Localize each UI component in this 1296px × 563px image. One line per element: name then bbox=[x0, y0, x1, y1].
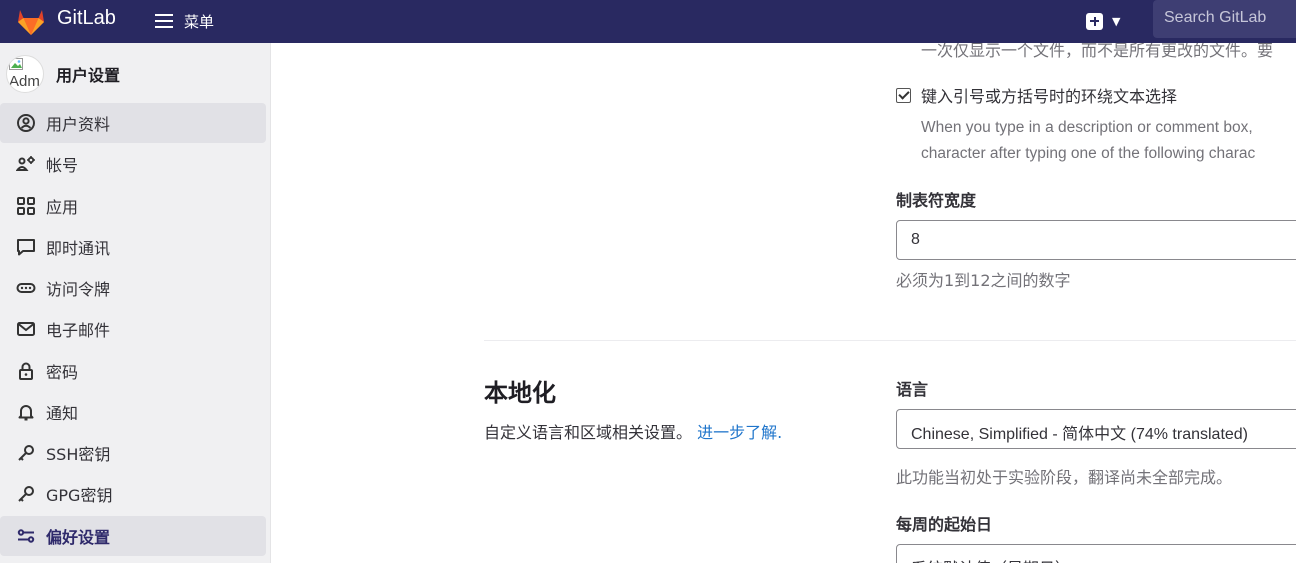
menu-label: 菜单 bbox=[184, 12, 215, 31]
profile-icon bbox=[16, 113, 36, 133]
sidebar-item-gpg-keys[interactable]: GPG密钥 bbox=[0, 474, 266, 514]
gitlab-logo-icon[interactable] bbox=[14, 4, 48, 38]
first-day-select[interactable]: 系统默认值（星期日） bbox=[896, 544, 1296, 563]
mail-icon bbox=[16, 319, 36, 339]
plus-square-icon bbox=[1086, 12, 1103, 30]
avatar-alt-text: Adm bbox=[9, 73, 40, 90]
localization-description: 自定义语言和区域相关设置。 进一步了解. bbox=[484, 419, 782, 443]
new-dropdown-button[interactable]: ▼ bbox=[1086, 10, 1130, 32]
brand-name[interactable]: GitLab bbox=[57, 7, 116, 30]
tab-width-hint: 必须为1到12之间的数字 bbox=[896, 271, 1071, 290]
localization-title: 本地化 bbox=[484, 379, 556, 407]
sidebar-header[interactable]: Adm 用户设置 bbox=[6, 55, 120, 93]
sidebar-item-label: 即时通讯 bbox=[46, 239, 111, 258]
token-icon bbox=[16, 278, 36, 298]
bell-icon bbox=[16, 402, 36, 422]
help-line: When you type in a description or commen… bbox=[921, 119, 1253, 136]
top-navbar: GitLab 菜单 ▼ Search GitLab bbox=[0, 0, 1296, 43]
sidebar-item-access-tokens[interactable]: 访问令牌 bbox=[0, 268, 266, 308]
sidebar-item-label: 帐号 bbox=[46, 156, 79, 175]
sidebar-item-label: 电子邮件 bbox=[46, 321, 111, 340]
sidebar-item-applications[interactable]: 应用 bbox=[0, 186, 266, 226]
sidebar-item-label: SSH密钥 bbox=[46, 445, 111, 464]
surround-selection-label[interactable]: 键入引号或方括号时的环绕文本选择 bbox=[921, 83, 1177, 107]
learn-more-link[interactable]: 进一步了解. bbox=[697, 423, 782, 442]
hamburger-icon bbox=[155, 14, 173, 28]
sidebar-item-label: 应用 bbox=[46, 198, 79, 217]
help-line: character after typing one of the follow… bbox=[921, 145, 1256, 162]
sidebar-item-profile[interactable]: 用户资料 bbox=[0, 103, 266, 143]
settings-sidebar: Adm 用户设置 用户资料 帐号 应用 即时通讯 访问令牌 电子邮件 密码 通知… bbox=[0, 43, 271, 563]
sidebar-item-account[interactable]: 帐号 bbox=[0, 144, 266, 184]
broken-image-icon bbox=[9, 58, 23, 70]
main-content: 一次仅显示一个文件，而不是所有更改的文件。要 键入引号或方括号时的环绕文本选择 … bbox=[272, 43, 1296, 563]
sidebar-item-chat[interactable]: 即时通讯 bbox=[0, 227, 266, 267]
applications-icon bbox=[16, 196, 36, 216]
sidebar-item-password[interactable]: 密码 bbox=[0, 351, 266, 391]
sidebar-item-label: 偏好设置 bbox=[46, 528, 111, 547]
surround-selection-checkbox[interactable] bbox=[896, 87, 911, 103]
sidebar-item-notifications[interactable]: 通知 bbox=[0, 392, 266, 432]
language-hint: 此功能当初处于实验阶段，翻译尚未全部完成。 bbox=[896, 468, 1233, 487]
language-label: 语言 bbox=[896, 380, 929, 399]
key-icon bbox=[16, 484, 36, 504]
chevron-down-icon: ▼ bbox=[1112, 14, 1121, 28]
sidebar-item-label: 通知 bbox=[46, 404, 79, 423]
sidebar-item-label: 访问令牌 bbox=[46, 280, 111, 299]
preferences-icon bbox=[16, 526, 36, 546]
tab-width-label: 制表符宽度 bbox=[896, 191, 977, 210]
sidebar-item-label: 密码 bbox=[46, 363, 79, 382]
tab-width-input[interactable]: 8 bbox=[896, 220, 1296, 260]
chat-icon bbox=[16, 237, 36, 257]
sidebar-item-emails[interactable]: 电子邮件 bbox=[0, 309, 266, 349]
menu-button[interactable]: 菜单 bbox=[155, 9, 214, 33]
localization-description-text: 自定义语言和区域相关设置。 bbox=[484, 423, 693, 442]
lock-icon bbox=[16, 361, 36, 381]
sidebar-item-ssh-keys[interactable]: SSH密钥 bbox=[0, 433, 266, 473]
sidebar-title: 用户设置 bbox=[56, 66, 121, 85]
setting-help-text: 一次仅显示一个文件，而不是所有更改的文件。要 bbox=[921, 43, 1274, 60]
sidebar-item-label: GPG密钥 bbox=[46, 486, 113, 505]
sidebar-item-preferences[interactable]: 偏好设置 bbox=[0, 516, 266, 556]
key-icon bbox=[16, 443, 36, 463]
account-icon bbox=[15, 154, 36, 174]
section-divider bbox=[484, 340, 1296, 341]
surround-selection-row[interactable]: 键入引号或方括号时的环绕文本选择 bbox=[896, 83, 1177, 107]
language-select[interactable]: Chinese, Simplified - 简体中文 (74% translat… bbox=[896, 409, 1296, 449]
first-day-label: 每周的起始日 bbox=[896, 515, 993, 534]
avatar: Adm bbox=[6, 55, 44, 93]
sidebar-item-label: 用户资料 bbox=[46, 115, 111, 134]
search-input[interactable]: Search GitLab bbox=[1153, 0, 1296, 38]
surround-selection-help: When you type in a description or commen… bbox=[921, 115, 1255, 167]
